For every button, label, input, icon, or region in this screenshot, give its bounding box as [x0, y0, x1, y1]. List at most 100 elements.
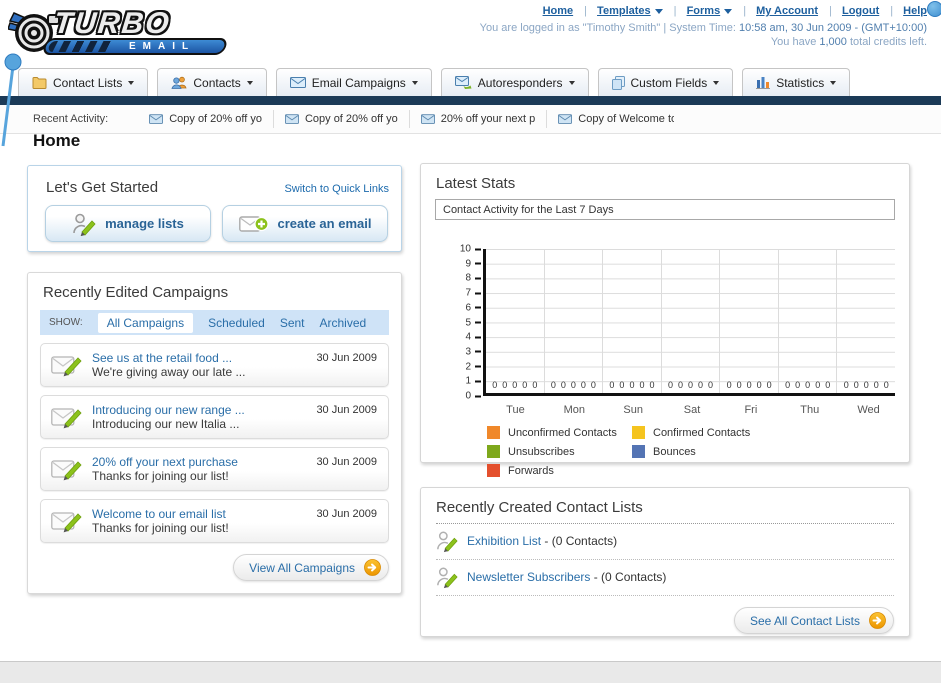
nav-link-templates[interactable]: Templates: [597, 5, 651, 17]
nav-divider-bar: [0, 96, 941, 105]
person-pencil-icon: [437, 567, 458, 589]
chart-legend: Unconfirmed Contacts Confirmed Contacts Un…: [487, 426, 911, 483]
contact-list-count: - (0 Contacts): [590, 570, 667, 584]
create-email-icon: [238, 215, 269, 232]
campaign-subtitle: Introducing our new Italia ...: [92, 416, 240, 431]
chart-day-group: 00000: [720, 249, 779, 393]
tab-label: Statistics: [776, 75, 825, 90]
campaign-title-link[interactable]: Introducing our new range ...: [92, 403, 245, 417]
filter-all-campaigns[interactable]: All Campaigns: [97, 312, 194, 333]
tab-contacts[interactable]: Contacts: [157, 68, 267, 96]
campaign-title-link[interactable]: 20% off your next purchase: [92, 455, 238, 469]
legend-swatch: [632, 445, 645, 458]
envelope-pencil-icon: [51, 356, 82, 377]
nav-link-my-account[interactable]: My Account: [756, 5, 818, 17]
campaign-title-link[interactable]: Welcome to our email list: [92, 507, 229, 521]
annotation-pin: [1, 53, 22, 147]
nav-link-forms[interactable]: Forms: [687, 5, 721, 17]
stats-period-select[interactable]: Contact Activity for the Last 7 Days: [435, 199, 895, 220]
campaign-date: 30 Jun 2009: [316, 456, 377, 468]
campaigns-title: Recently Edited Campaigns: [43, 284, 229, 301]
latest-stats-title: Latest Stats: [436, 175, 516, 192]
chevron-down-icon: [128, 80, 135, 85]
legend-swatch: [487, 445, 500, 458]
login-info: You are logged in as "Timothy Smith" | S…: [480, 22, 927, 34]
chart-day-group: 00000: [603, 249, 662, 393]
tab-statistics[interactable]: Statistics: [742, 68, 851, 96]
chart-day-group: 00000: [486, 249, 545, 393]
envelope-icon: [289, 77, 306, 88]
filter-archived[interactable]: Archived: [320, 316, 367, 330]
person-pencil-icon: [437, 531, 458, 553]
create-email-button[interactable]: create an email: [222, 205, 388, 242]
manage-lists-button[interactable]: manage lists: [45, 205, 211, 242]
recently-created-contact-lists-panel: Recently Created Contact Lists Exhibitio…: [420, 487, 910, 637]
contact-lists-title: Recently Created Contact Lists: [436, 488, 894, 524]
chart-y-tick: 4: [465, 331, 480, 343]
statistics-icon: [756, 77, 771, 89]
contact-list-item: Exhibition List - (0 Contacts): [436, 524, 894, 560]
recent-activity-item[interactable]: Copy of 20% off yo: [272, 110, 409, 128]
legend-swatch: [487, 464, 500, 477]
campaign-card: 20% off your next purchase Thanks for jo…: [40, 447, 389, 491]
campaign-card: Introducing our new range ... Introducin…: [40, 395, 389, 439]
legend-label: Bounces: [653, 445, 696, 458]
top-nav: Home Templates Forms My Account Logout H…: [543, 5, 927, 17]
credits-info: You have 1,000 total credits left.: [771, 36, 927, 48]
nav-link-logout[interactable]: Logout: [842, 5, 879, 17]
chart-y-tick: 9: [465, 258, 480, 270]
legend-label: Unsubscribes: [508, 445, 575, 458]
tab-custom-fields[interactable]: Custom Fields: [597, 68, 734, 96]
button-label: See All Contact Lists: [749, 613, 860, 628]
nav-link-help[interactable]: Help: [903, 5, 927, 17]
campaign-date: 30 Jun 2009: [316, 508, 377, 520]
tab-contact-lists[interactable]: Contact Lists: [18, 68, 149, 96]
legend-item: Bounces: [632, 445, 777, 458]
contact-activity-chart: 0 1 2 3 4 5 6 7 8 9 10 000000000000000000000000000…: [421, 244, 911, 477]
campaign-title-link[interactable]: See us at the retail food ...: [92, 351, 245, 365]
envelope-icon: [284, 114, 299, 124]
page-title: Home: [33, 131, 81, 150]
envelope-pencil-icon: [51, 408, 82, 429]
contact-list-link[interactable]: Exhibition List: [467, 534, 541, 548]
recent-activity-item[interactable]: Copy of Welcome to: [546, 110, 685, 128]
legend-item: Unsubscribes: [487, 445, 632, 458]
folder-icon: [32, 76, 47, 89]
filter-scheduled[interactable]: Scheduled: [208, 316, 265, 330]
see-all-contact-lists-button[interactable]: See All Contact Lists: [733, 607, 894, 634]
tab-label: Autoresponders: [477, 75, 563, 90]
recent-activity-text: Copy of Welcome to: [578, 113, 675, 125]
turbo-email-dashboard: TURBO EMAIL Home Templates Forms My Acco…: [0, 0, 941, 683]
chart-day-label: Mon: [563, 404, 585, 416]
tab-autoresponders[interactable]: Autoresponders: [440, 68, 589, 96]
get-started-title: Let's Get Started: [46, 179, 159, 196]
campaign-subtitle: Thanks for joining our list!: [92, 468, 229, 483]
credits-suffix-text: total credits left.: [846, 36, 927, 48]
recent-activity-item[interactable]: 20% off your next p: [408, 110, 547, 128]
switch-to-quick-links-link[interactable]: Switch to Quick Links: [284, 183, 389, 195]
legend-swatch: [487, 426, 500, 439]
chevron-down-icon: [830, 80, 837, 85]
tab-label: Contacts: [193, 75, 241, 90]
recent-activity-text: Copy of 20% off yo: [304, 113, 398, 125]
login-prefix-text: You are logged in as "Timothy Smith" | S…: [479, 22, 739, 34]
chart-y-tick: 0: [465, 390, 480, 402]
system-time-text: 10:58 am, 30 Jun 2009 - (GMT+10:00): [738, 22, 927, 34]
recent-activity-item[interactable]: Copy of 20% off yo: [138, 110, 273, 128]
view-all-campaigns-button[interactable]: View All Campaigns: [233, 554, 389, 581]
tab-email-campaigns[interactable]: Email Campaigns: [275, 68, 432, 96]
nav-link-home[interactable]: Home: [543, 5, 574, 17]
legend-item: Confirmed Contacts: [632, 426, 777, 439]
chart-day-label: Sat: [683, 404, 701, 416]
filter-sent[interactable]: Sent: [280, 316, 305, 330]
campaign-card: Welcome to our email list Thanks for joi…: [40, 499, 389, 543]
lets-get-started-panel: Let's Get Started Switch to Quick Links …: [27, 165, 402, 252]
chart-y-tick: 1: [465, 375, 480, 387]
recent-activity-bar: Recent Activity: Copy of 20% off yo Copy…: [0, 105, 941, 134]
contact-list-link[interactable]: Newsletter Subscribers: [467, 570, 590, 584]
chevron-down-icon: [411, 80, 418, 85]
chart-y-tick: 6: [465, 302, 480, 314]
chart-y-tick: 5: [465, 317, 480, 328]
credits-value-text: 1,000: [819, 36, 847, 48]
custom-fields-icon: [611, 75, 625, 90]
